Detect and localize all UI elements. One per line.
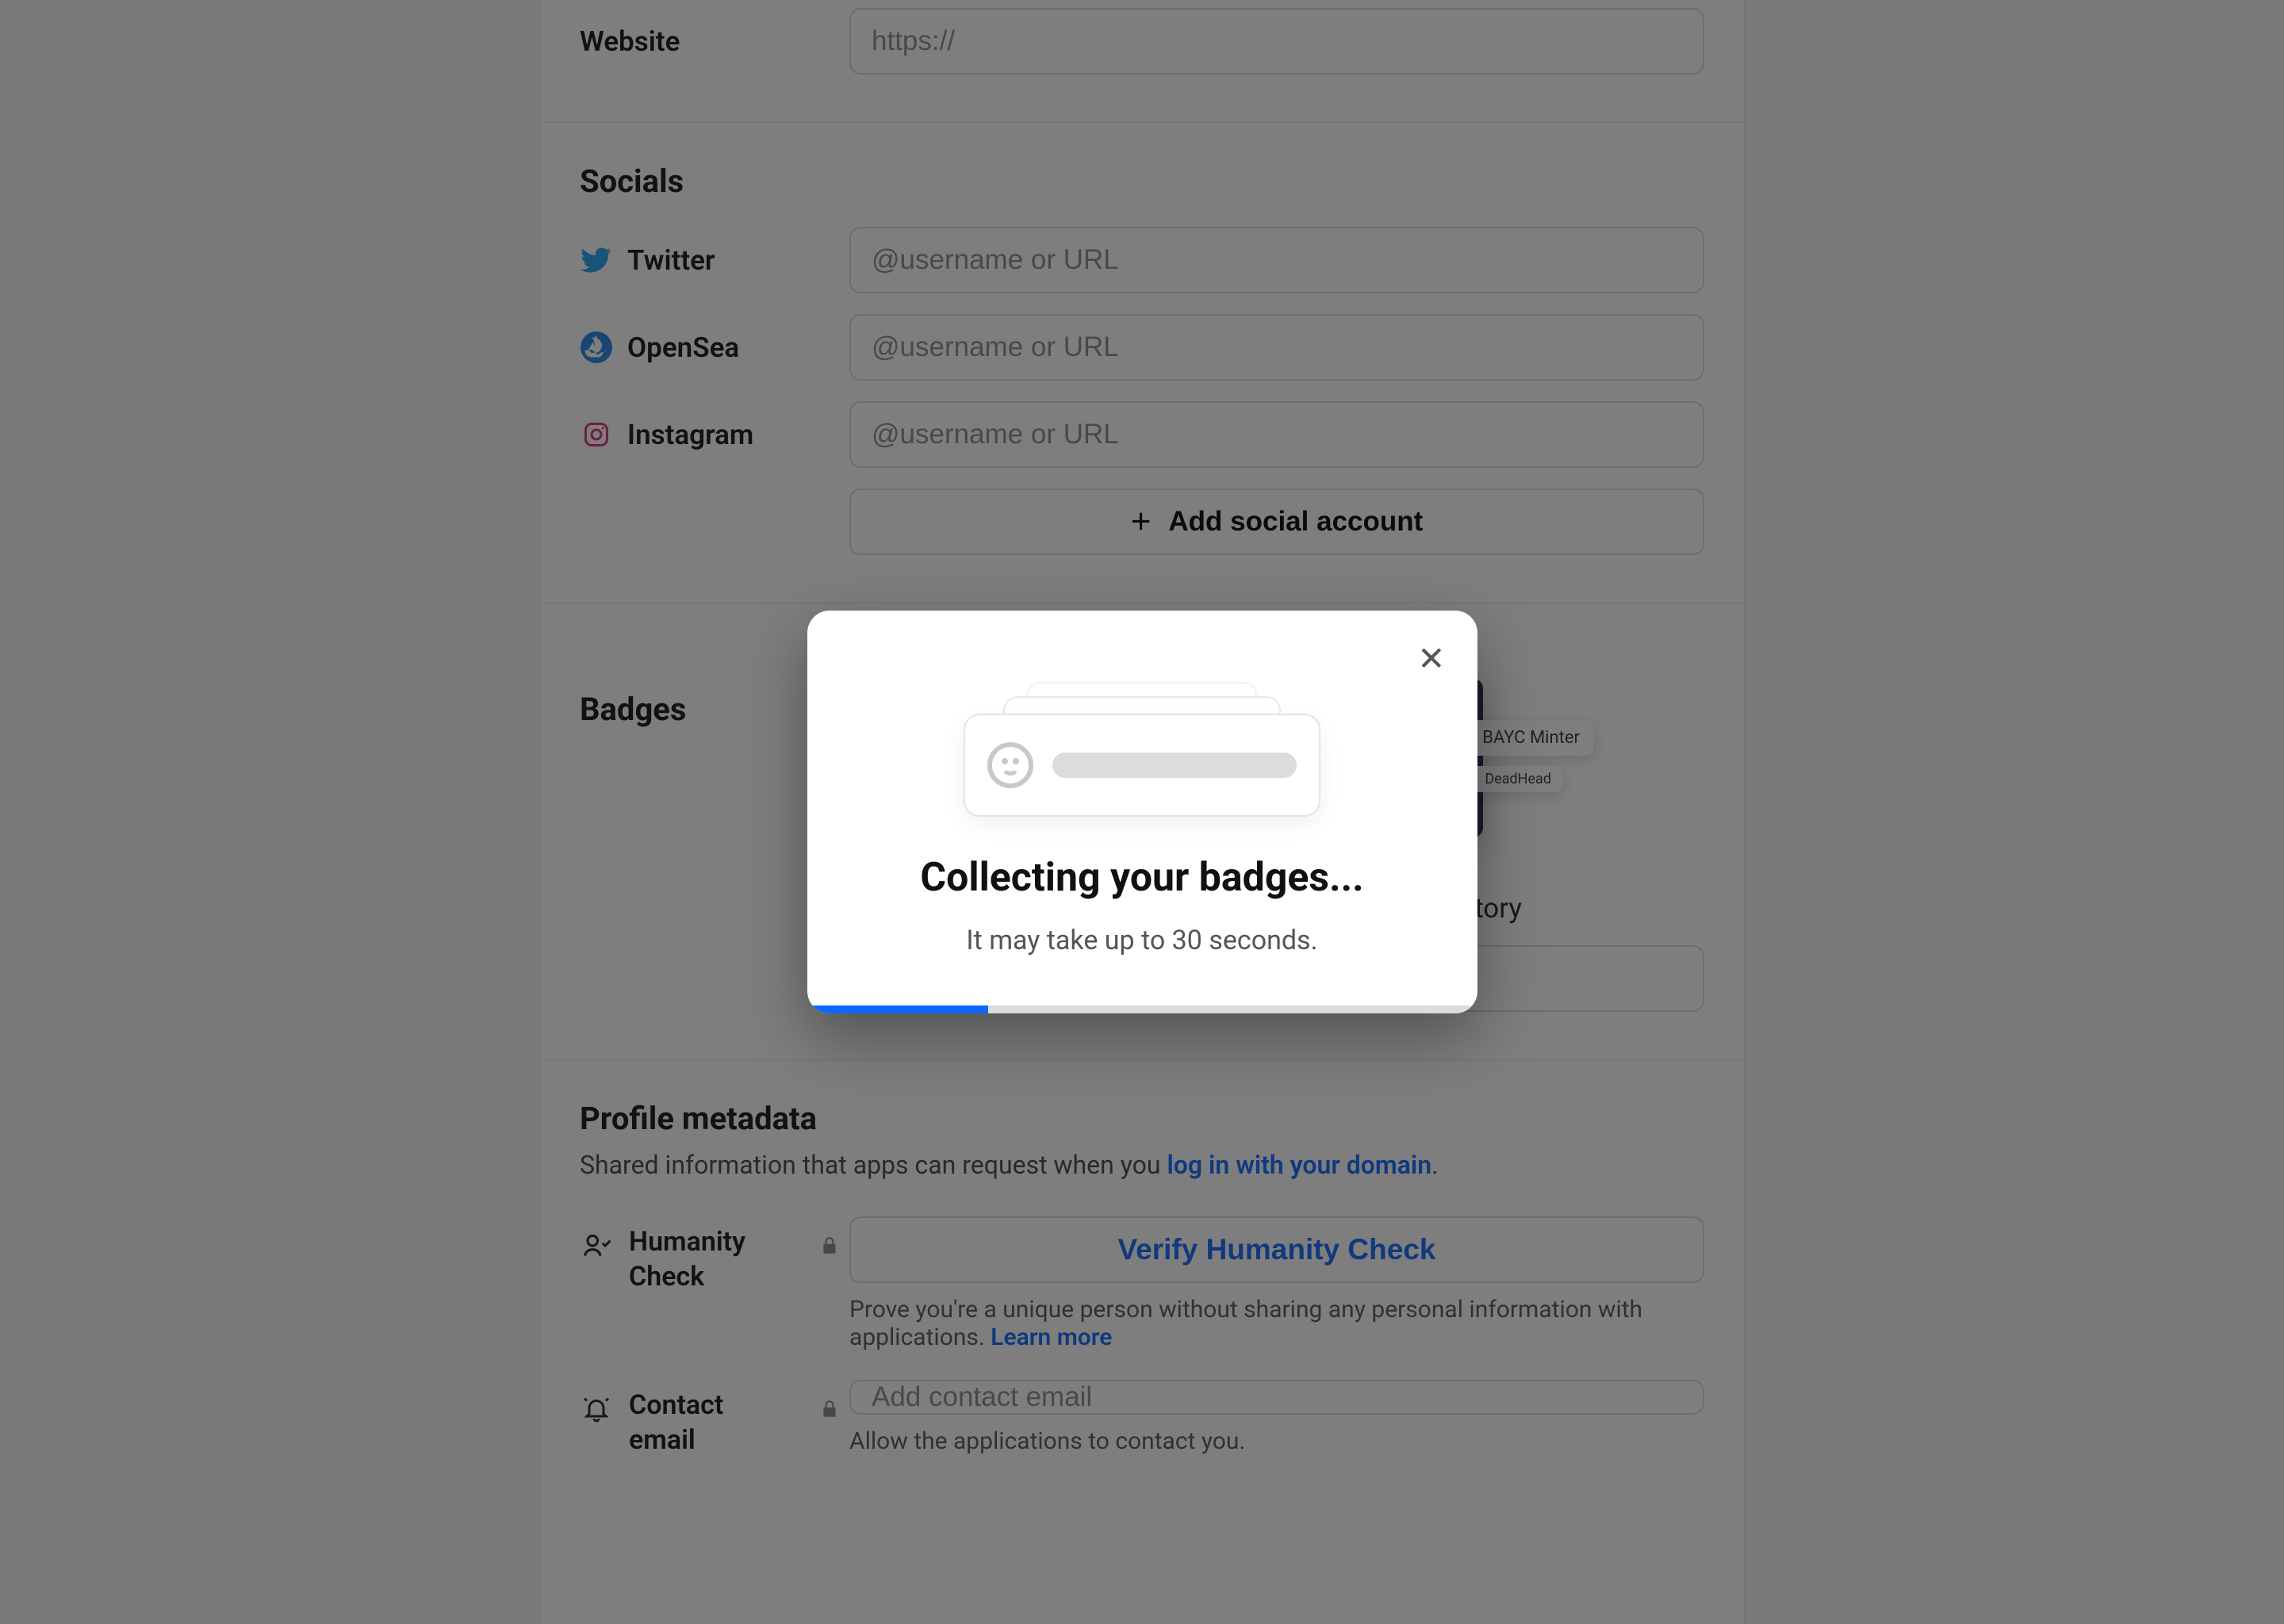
modal-overlay: ✕ Collecting your badges... It may take …: [0, 0, 2284, 1624]
progress-bar: [807, 1005, 1477, 1013]
smiley-icon: [987, 742, 1033, 788]
modal-title: Collecting your badges...: [845, 855, 1439, 901]
modal-subtitle: It may take up to 30 seconds.: [845, 925, 1439, 956]
modal-illustration: [845, 666, 1439, 825]
progress-fill: [807, 1005, 988, 1013]
collecting-badges-modal: ✕ Collecting your badges... It may take …: [807, 611, 1477, 1013]
